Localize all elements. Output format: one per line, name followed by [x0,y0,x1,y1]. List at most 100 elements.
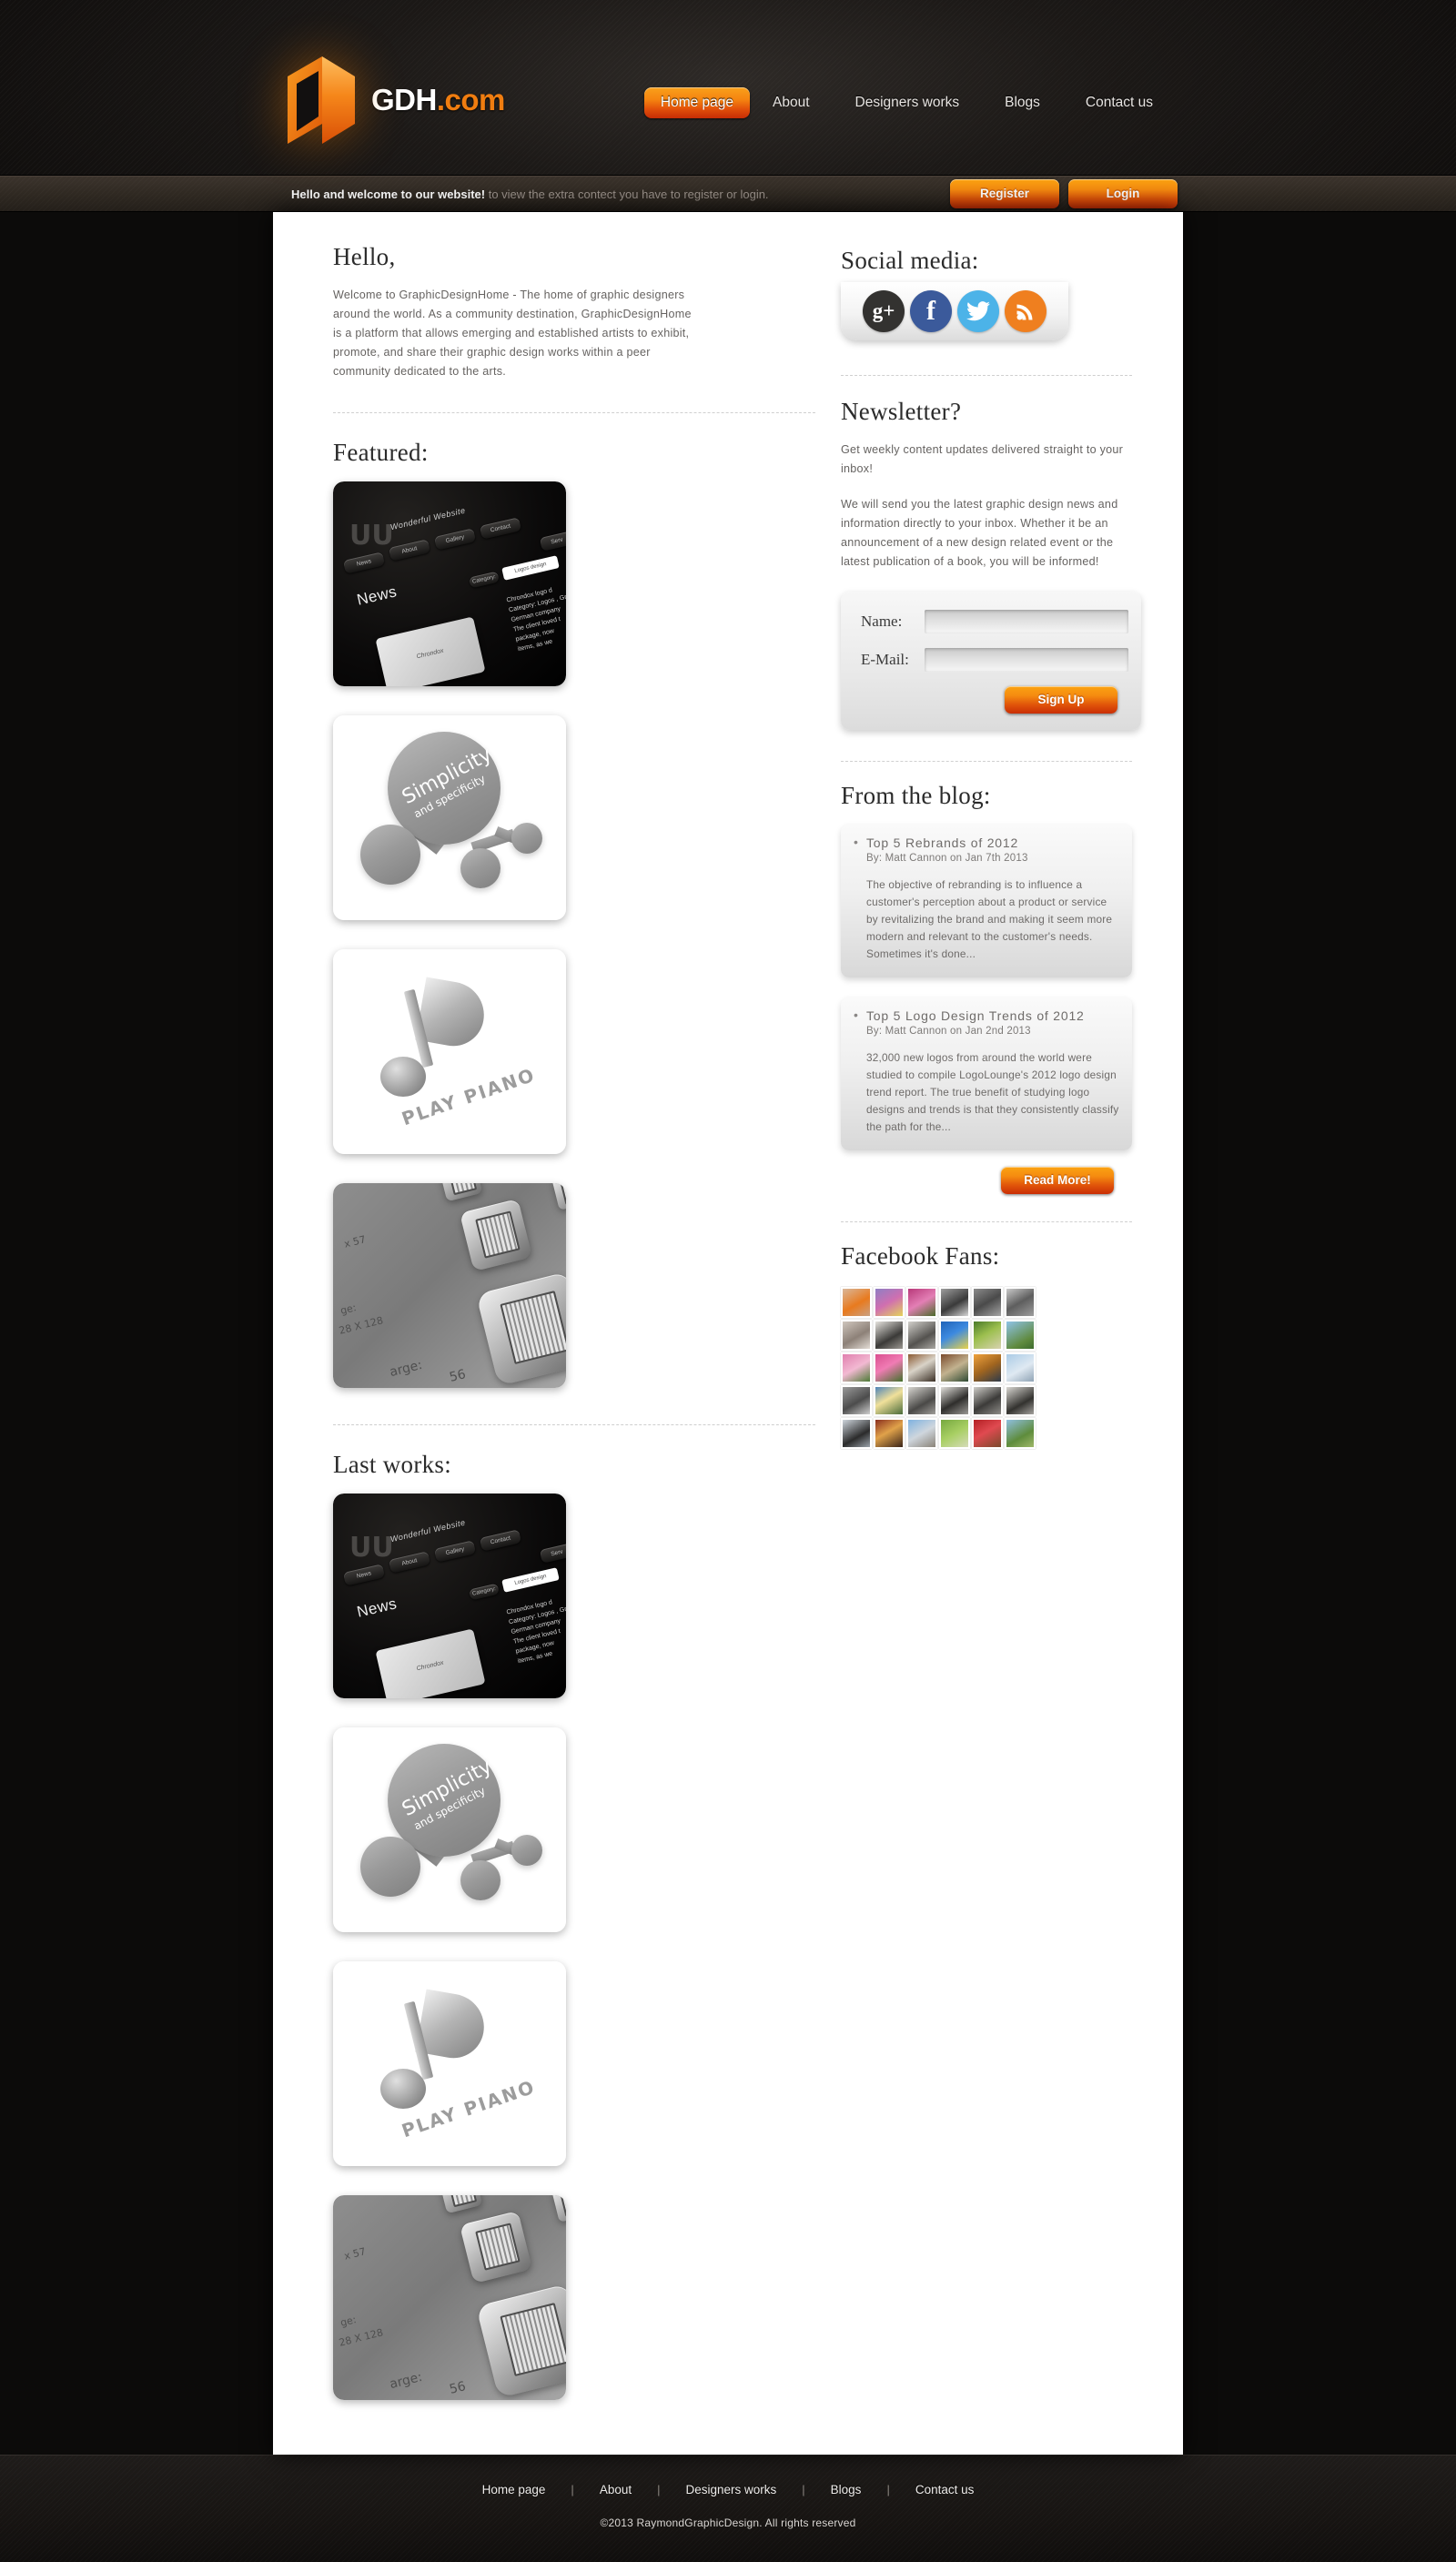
fan-avatar-lens-flare-people[interactable] [874,1385,905,1416]
footer-link-designers-works[interactable]: Designers works [660,2483,802,2496]
facebook-fans-heading: Facebook Fans: [841,1242,1000,1270]
divider [841,375,1132,376]
fan-avatar-mountain-landscape[interactable] [1005,1320,1036,1351]
featured-thumb-simplicity[interactable]: Simplicity and specificity [333,715,566,920]
facebook-fans-grid [841,1287,1132,1449]
main-navigation[interactable]: Home page About Designers works Blogs Co… [643,87,1176,118]
last-work-thumb-icon-set[interactable]: x 57 ge: 28 X 128 arge: 56 [333,2195,566,2400]
login-button[interactable]: Login [1068,179,1178,208]
mockup-dropdown: Logos design [501,1567,560,1593]
welcome-message: Hello and welcome to our website! to vie… [273,187,769,201]
name-label: Name: [861,613,903,630]
brand-logo[interactable]: GDH.com [282,53,505,147]
social-media-heading: Social media: [841,247,979,274]
fan-avatar-sheep-green-field[interactable] [939,1418,970,1449]
mockup-category-label: Category: [469,571,500,589]
footer-link-home-page[interactable]: Home page [457,2483,571,2496]
left-column: Hello, Welcome to GraphicDesignHome - Th… [333,243,841,2400]
mockup-pill-gallery: Gallery [433,528,477,551]
facebook-icon[interactable]: f [910,290,952,332]
nav-item-home-page[interactable]: Home page [643,87,751,118]
fan-avatar-butterfly-wood[interactable] [906,1352,937,1383]
fan-avatar-ballet-dancers[interactable] [841,1418,872,1449]
blog-post[interactable]: Top 5 Rebrands of 2012 By: Matt Cannon o… [841,825,1132,977]
mockup-card-label: Chrondox [416,647,445,661]
footer-link-contact-us[interactable]: Contact us [890,2483,1000,2496]
nav-item-blogs[interactable]: Blogs [982,87,1063,118]
google-plus-glyph: g+ [872,299,895,322]
featured-grid: UU Wonderful Website News About Gallery … [333,481,815,1388]
fan-avatar-bw-field-person[interactable] [906,1385,937,1416]
newsletter-body: We will send you the latest graphic desi… [841,498,1118,568]
sign-up-button[interactable]: Sign Up [1005,686,1117,714]
mockup-title-text: Wonderful Website [389,505,467,532]
footer-link-about[interactable]: About [574,2483,657,2496]
fan-avatar-yellow-sunflower-blue-sky[interactable] [939,1320,970,1351]
featured-thumb-wonderful-website[interactable]: UU Wonderful Website News About Gallery … [333,481,566,686]
newsletter-intro: Get weekly content updates delivered str… [841,443,1124,475]
fan-avatar-indoor-party[interactable] [874,1418,905,1449]
facebook-glyph: f [926,296,935,326]
fan-avatar-bw-woman-portrait[interactable] [972,1385,1003,1416]
site-footer: Home page | About | Designers works | Bl… [0,2455,1456,2562]
register-button[interactable]: Register [950,179,1059,208]
music-note-head [380,1057,426,1097]
rss-icon[interactable] [1005,290,1046,332]
blog-post[interactable]: Top 5 Logo Design Trends of 2012 By: Mat… [841,997,1132,1150]
fan-avatar-bw-baby[interactable] [906,1320,937,1351]
last-work-thumb-play-piano[interactable]: PLAY PIANO [333,1961,566,2166]
blog-post-excerpt: The objective of rebranding is to influe… [866,878,1113,960]
fan-avatar-bw-cat-face[interactable] [1005,1287,1036,1318]
mockup-pill-services: Serv [539,531,566,552]
last-work-thumb-wonderful-website[interactable]: UU Wonderful Website News About Gallery … [333,1494,566,1698]
fan-avatar-microscope-room[interactable] [939,1352,970,1383]
mockup-pill-news: News [342,552,386,574]
fan-avatar-grey-cat-closeup[interactable] [841,1385,872,1416]
fan-avatar-bw-vintage-people[interactable] [874,1320,905,1351]
footer-link-blogs[interactable]: Blogs [805,2483,887,2496]
fan-avatar-bw-outdoor-group[interactable] [1005,1385,1036,1416]
last-works-grid: UU Wonderful Website News About Gallery … [333,1494,815,2400]
blog-post-title[interactable]: Top 5 Logo Design Trends of 2012 [854,1008,1119,1023]
simplicity-circle-4 [511,823,542,854]
fan-avatar-pink-tulip-closeup[interactable] [874,1352,905,1383]
fan-avatar-pink-orchid[interactable] [906,1287,937,1318]
blog-post-title[interactable]: Top 5 Rebrands of 2012 [854,835,1119,850]
fan-avatar-statue-building[interactable] [906,1418,937,1449]
fan-avatar-bw-rabbit[interactable] [939,1287,970,1318]
google-plus-icon[interactable]: g+ [863,290,905,332]
mockup-pill-services: Serv [539,1543,566,1564]
fan-avatar-bw-dolphin[interactable] [972,1287,1003,1318]
fan-avatar-grey-kitten[interactable] [841,1320,872,1351]
fan-avatar-sunset-harbour[interactable] [972,1352,1003,1383]
featured-heading: Featured: [333,439,429,466]
nav-item-contact-us[interactable]: Contact us [1063,87,1176,118]
twitter-icon[interactable] [957,290,999,332]
icon-set-caption-4: arge: [388,1357,424,1381]
fan-avatar-purple-flowers[interactable] [874,1287,905,1318]
mockup-logo-text: UU [349,520,394,552]
email-label: E-Mail: [861,651,909,668]
fan-avatar-pink-tulips-pair[interactable] [841,1352,872,1383]
simplicity-circle-2 [360,1837,420,1897]
last-work-thumb-simplicity[interactable]: Simplicity and specificity [333,1727,566,1932]
mockup-text-column: Chrondox logo d Category: Logos , Gr Ger… [506,1592,566,1666]
mockup-dropdown: Logos design [501,555,560,581]
read-more-button[interactable]: Read More! [1001,1167,1114,1194]
featured-thumb-icon-set[interactable]: x 57 ge: 28 X 128 arge: 56 [333,1183,566,1388]
featured-thumb-play-piano[interactable]: PLAY PIANO [333,949,566,1154]
nav-item-designers-works[interactable]: Designers works [833,87,983,118]
fan-avatar-bw-group-people[interactable] [939,1385,970,1416]
divider [841,761,1132,762]
nav-item-about[interactable]: About [750,87,833,118]
fan-avatar-red-uniform-group[interactable] [972,1418,1003,1449]
fan-avatar-green-leaf-butterfly[interactable] [972,1320,1003,1351]
name-input[interactable] [925,610,1128,633]
hello-paragraph: Welcome to GraphicDesignHome - The home … [333,289,692,378]
fan-avatar-city-skyline-tower[interactable] [1005,1352,1036,1383]
page-content: Hello, Welcome to GraphicDesignHome - Th… [273,212,1183,2455]
simplicity-circle-2 [360,825,420,885]
email-input[interactable] [925,648,1128,672]
fan-avatar-butterfly-on-hand[interactable] [841,1287,872,1318]
fan-avatar-lone-tree-field[interactable] [1005,1418,1036,1449]
